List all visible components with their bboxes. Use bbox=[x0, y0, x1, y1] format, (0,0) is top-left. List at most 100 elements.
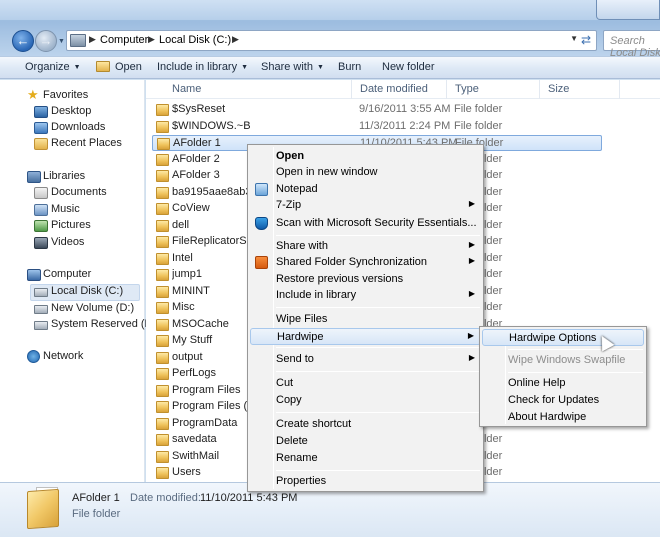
menu-item-hardwipe[interactable]: Hardwipe ▶ bbox=[250, 328, 481, 345]
refresh-icon[interactable]: ⇄ bbox=[578, 32, 594, 49]
menu-item-shared-folder-sync[interactable]: Shared Folder Synchronization ▶ bbox=[250, 254, 481, 271]
menu-item-wipe-files[interactable]: Wipe Files bbox=[250, 311, 481, 328]
menu-label: Rename bbox=[276, 452, 318, 464]
sidebar-desktop[interactable]: Desktop bbox=[51, 105, 91, 117]
address-bar[interactable]: ▶ Computer ▶ Local Disk (C:) ▶ ▼ ⇄ bbox=[66, 30, 597, 51]
sidebar-computer[interactable]: Computer bbox=[43, 268, 91, 280]
forward-button[interactable]: → bbox=[35, 30, 57, 52]
computer-icon bbox=[27, 269, 41, 281]
sidebar-favorites[interactable]: Favorites bbox=[43, 89, 88, 101]
menu-item-check-updates[interactable]: Check for Updates bbox=[482, 392, 644, 409]
menu-item-copy[interactable]: Copy bbox=[250, 392, 481, 409]
column-header-date[interactable]: Date modified bbox=[352, 80, 447, 99]
folder-icon bbox=[156, 121, 169, 133]
file-name: MSOCache bbox=[172, 318, 229, 330]
menu-item-7zip[interactable]: 7-Zip ▶ bbox=[250, 197, 481, 214]
address-dropdown-icon[interactable]: ▼ bbox=[570, 34, 578, 43]
back-button[interactable]: ← bbox=[12, 30, 34, 52]
menu-label: Open in new window bbox=[276, 166, 378, 178]
sidebar-downloads[interactable]: Downloads bbox=[51, 121, 105, 133]
submenu-arrow-icon: ▶ bbox=[468, 353, 475, 362]
menu-item-notepad[interactable]: Notepad bbox=[250, 181, 481, 198]
menu-item-cut[interactable]: Cut bbox=[250, 375, 481, 392]
search-input[interactable]: Search Local Disk (C:) bbox=[603, 30, 660, 71]
menu-label: Hardwipe bbox=[277, 331, 324, 343]
libraries-icon bbox=[27, 171, 41, 183]
table-row[interactable]: $WINDOWS.~BT 11/3/2011 2:24 PM File folder bbox=[152, 119, 602, 135]
chevron-right-icon[interactable]: ▶ bbox=[232, 34, 239, 45]
folder-icon bbox=[156, 104, 169, 116]
menu-separator bbox=[508, 372, 643, 373]
menu-item-rename[interactable]: Rename bbox=[250, 450, 481, 467]
column-header-size[interactable]: Size bbox=[540, 80, 620, 99]
include-in-library-button[interactable]: Include in library ▼ bbox=[157, 61, 248, 73]
sidebar-documents[interactable]: Documents bbox=[51, 186, 107, 198]
folder-icon bbox=[156, 401, 169, 413]
folder-icon bbox=[157, 138, 170, 150]
details-item-name: AFolder 1 bbox=[72, 492, 120, 504]
file-name: PerfLogs bbox=[172, 367, 217, 379]
column-header-type[interactable]: Type bbox=[447, 80, 540, 99]
sidebar-videos[interactable]: Videos bbox=[51, 236, 84, 248]
sidebar-music[interactable]: Music bbox=[51, 203, 80, 215]
command-bar: Organize ▼ Open Include in library ▼ Share… bbox=[0, 56, 660, 79]
menu-item-properties[interactable]: Properties bbox=[250, 473, 481, 490]
menu-label: Include in library bbox=[276, 289, 357, 301]
sidebar-recent-places[interactable]: Recent Places bbox=[51, 137, 122, 149]
hardwipe-submenu: Hardwipe Options Wipe Windows Swapfile O… bbox=[479, 326, 647, 427]
table-row[interactable]: $SysReset 9/16/2011 3:55 AM File folder bbox=[152, 102, 602, 118]
file-name: Misc bbox=[172, 301, 195, 313]
menu-item-open[interactable]: Open bbox=[250, 148, 481, 165]
sidebar-local-disk[interactable]: Local Disk (C:) bbox=[51, 285, 123, 297]
shield-icon bbox=[255, 217, 268, 230]
breadcrumb-computer[interactable]: Computer bbox=[100, 34, 148, 46]
organize-button[interactable]: Organize ▼ bbox=[25, 61, 81, 73]
menu-item-create-shortcut[interactable]: Create shortcut bbox=[250, 416, 481, 433]
chevron-right-icon[interactable]: ▶ bbox=[148, 34, 155, 45]
file-name: dell bbox=[172, 219, 190, 231]
menu-label: Properties bbox=[276, 475, 327, 487]
menu-item-restore-versions[interactable]: Restore previous versions bbox=[250, 271, 481, 288]
sidebar-libraries[interactable]: Libraries bbox=[43, 170, 85, 182]
menu-item-open-new-window[interactable]: Open in new window bbox=[250, 164, 481, 181]
navigation-pane: ★ Favorites Desktop Downloads Recent Pla… bbox=[0, 80, 159, 482]
column-header-name[interactable]: Name bbox=[164, 80, 352, 99]
sidebar-pictures[interactable]: Pictures bbox=[51, 219, 91, 231]
drive-icon bbox=[34, 288, 48, 297]
folder-icon bbox=[156, 302, 169, 314]
menu-item-include-library[interactable]: Include in library ▶ bbox=[250, 287, 481, 304]
recent-pages-dropdown-icon[interactable]: ▼ bbox=[58, 38, 65, 45]
menu-item-hardwipe-options[interactable]: Hardwipe Options bbox=[482, 329, 644, 346]
menu-item-about-hardwipe[interactable]: About Hardwipe bbox=[482, 409, 644, 426]
share-with-button[interactable]: Share with ▼ bbox=[261, 61, 324, 73]
file-date: 11/3/2011 2:24 PM bbox=[359, 120, 451, 132]
folder-icon bbox=[156, 418, 169, 430]
menu-label: Open bbox=[276, 150, 305, 162]
sidebar-system-reserved[interactable]: System Reserved (E:) bbox=[51, 318, 159, 330]
open-button[interactable]: Open bbox=[96, 61, 142, 73]
forward-arrow-icon: → bbox=[39, 33, 53, 48]
menu-item-delete[interactable]: Delete bbox=[250, 433, 481, 450]
folder-icon bbox=[156, 286, 169, 298]
share-label: Share with bbox=[261, 61, 313, 73]
breadcrumb-local-disk[interactable]: Local Disk (C:) bbox=[159, 34, 231, 46]
menu-item-send-to[interactable]: Send to ▶ bbox=[250, 351, 481, 368]
sidebar-network[interactable]: Network bbox=[43, 350, 83, 362]
file-name: jump1 bbox=[172, 268, 202, 280]
sidebar-new-volume[interactable]: New Volume (D:) bbox=[51, 302, 134, 314]
submenu-arrow-icon: ▶ bbox=[468, 240, 475, 249]
file-name: $WINDOWS.~BT bbox=[172, 120, 250, 132]
desktop-icon bbox=[34, 106, 48, 118]
menu-item-share-with[interactable]: Share with ▶ bbox=[250, 238, 481, 255]
chevron-right-icon[interactable]: ▶ bbox=[89, 34, 96, 45]
include-label: Include in library bbox=[157, 61, 238, 73]
file-name: Intel bbox=[172, 252, 193, 264]
downloads-icon bbox=[34, 122, 48, 134]
burn-button[interactable]: Burn bbox=[338, 61, 361, 73]
notepad-icon bbox=[255, 183, 268, 196]
window-controls[interactable] bbox=[596, 0, 660, 20]
submenu-arrow-icon: ▶ bbox=[468, 289, 475, 298]
menu-item-scan-mse[interactable]: Scan with Microsoft Security Essentials.… bbox=[250, 215, 481, 232]
new-folder-button[interactable]: New folder bbox=[382, 61, 435, 73]
menu-item-online-help[interactable]: Online Help bbox=[482, 375, 644, 392]
